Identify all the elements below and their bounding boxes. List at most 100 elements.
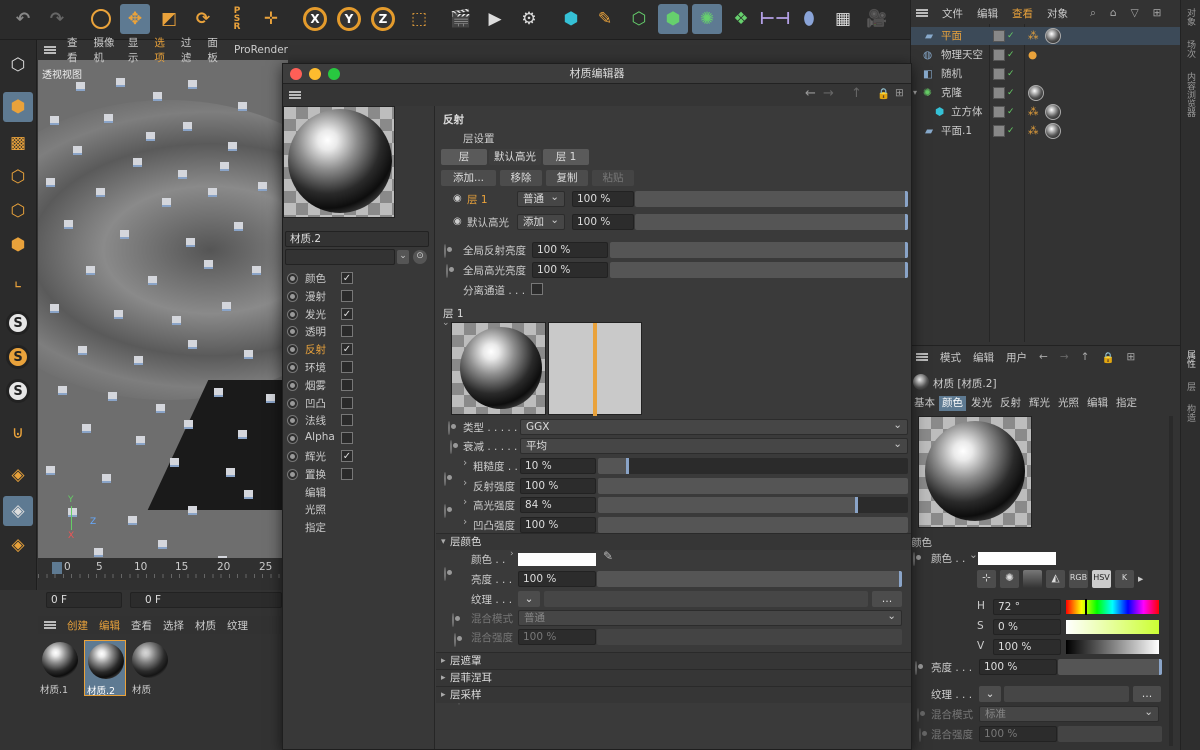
pen-tool-icon[interactable]: ✎ [590, 4, 620, 34]
layer-tag-icon[interactable] [993, 49, 1005, 61]
kelvin-button[interactable]: K [1115, 570, 1134, 588]
more-arrow-icon[interactable]: ▸ [1138, 570, 1143, 588]
channel-row[interactable]: 颜色 ✓ [287, 270, 433, 287]
back-arrow-icon[interactable]: ← [805, 86, 816, 101]
copy-layer-button[interactable]: 复制 [546, 170, 588, 186]
anim-radio[interactable] [287, 468, 298, 480]
anim-radio[interactable] [287, 308, 298, 320]
channel-row[interactable]: Alpha [287, 430, 433, 447]
default-spec-value-field[interactable]: 100 % [572, 214, 634, 230]
bump-strength-slider[interactable] [598, 516, 908, 533]
object-menu-edit[interactable]: 编辑 [977, 6, 998, 21]
quantize-icon[interactable]: S [3, 376, 33, 406]
object-row[interactable]: ⬢ 立方体 ✓ ⁂ [911, 103, 1181, 121]
falloff-dropdown[interactable]: 平均 [520, 437, 908, 454]
anim-radio[interactable] [444, 503, 446, 518]
anim-radio[interactable] [287, 415, 298, 427]
object-row[interactable]: ◍ 物理天空 ✓ ● [911, 46, 1181, 64]
attribute-menu-icon[interactable] [916, 353, 928, 361]
subdivision-icon[interactable]: ⬡ [624, 4, 654, 34]
channel-checkbox[interactable] [341, 432, 353, 445]
anim-radio[interactable] [287, 379, 298, 391]
channel-row[interactable]: 辉光 ✓ [287, 448, 433, 465]
visible-check-icon[interactable]: ✓ [1007, 84, 1015, 102]
points-mode-icon[interactable]: ⬡ [3, 162, 33, 192]
texture-tag-icon[interactable]: ⁂ [1028, 27, 1039, 45]
anim-radio[interactable] [919, 728, 921, 742]
material-menu-view[interactable]: 查看 [131, 618, 152, 633]
scale-tool-icon[interactable]: ◩ [154, 4, 184, 34]
move-tool-icon[interactable]: ✥ [120, 4, 150, 34]
side-tab-objects[interactable]: 对象 [1184, 8, 1197, 26]
playhead[interactable] [52, 562, 62, 574]
s-field[interactable]: 0 % [993, 619, 1061, 635]
visible-check-icon[interactable]: ✓ [1007, 122, 1015, 140]
home-icon[interactable]: ⌂ [1110, 7, 1117, 19]
tab-editor[interactable]: 编辑 [1084, 396, 1111, 411]
material-tag-icon[interactable] [1045, 104, 1061, 120]
channel-row[interactable]: 法线 [287, 412, 433, 429]
channel-checkbox[interactable] [341, 289, 353, 302]
channel-row[interactable]: 发光 ✓ [287, 306, 433, 323]
tab-color[interactable]: 颜色 [939, 396, 966, 411]
channel-row[interactable]: 环境 [287, 359, 433, 376]
anim-radio[interactable] [444, 566, 446, 581]
channel-checkbox[interactable] [341, 361, 353, 373]
layer-color-section[interactable]: ▾ 层颜色 [436, 533, 911, 550]
color-swatch[interactable] [978, 552, 1056, 565]
expand-icon[interactable]: ⌄ [969, 549, 978, 561]
scrollbar[interactable] [1169, 416, 1173, 746]
material-menu-create[interactable]: 创建 [67, 618, 88, 633]
tab-glow[interactable]: 辉光 [1026, 396, 1053, 411]
material-name-field[interactable]: 材质.2 [285, 231, 429, 247]
material-tag-icon[interactable] [1045, 28, 1061, 44]
layer-tag-icon[interactable] [993, 87, 1005, 99]
layer-blend-mode-dropdown[interactable]: 普通 [518, 609, 902, 626]
type-dropdown[interactable]: GGX [520, 418, 908, 435]
viewport-menu-filter[interactable]: 过滤 [181, 35, 197, 65]
anim-radio[interactable] [446, 264, 448, 278]
global-reflect-slider[interactable] [610, 242, 908, 258]
layer-sampling-section[interactable]: ▸ 层采样 [436, 686, 911, 703]
rgb-button[interactable]: RGB [1069, 570, 1088, 588]
recent-tool-icon[interactable]: ✛ [256, 4, 286, 34]
workplane-mode-icon[interactable]: ◈ [3, 530, 33, 560]
layer-texture-field[interactable] [544, 591, 868, 607]
layer-mask-section[interactable]: ▸ 层遮罩 [436, 652, 911, 669]
dialog-title-bar[interactable]: 材质编辑器 [283, 64, 911, 84]
rotate-tool-icon[interactable]: ⟳ [188, 4, 218, 34]
material-tag-icon[interactable] [1045, 123, 1061, 139]
material-menu-texture[interactable]: 纹理 [227, 618, 248, 633]
anim-radio[interactable] [450, 440, 452, 454]
render-settings-icon[interactable]: ⚙ [514, 4, 544, 34]
bump-strength-field[interactable]: 100 % [520, 516, 596, 533]
attribute-menu-mode[interactable]: 模式 [940, 350, 961, 365]
floor-icon[interactable]: ▦ [828, 4, 858, 34]
roughness-slider[interactable] [598, 458, 908, 474]
expand-icon[interactable]: › [510, 549, 514, 559]
anim-radio[interactable] [917, 708, 919, 722]
layer-tag-icon[interactable] [993, 125, 1005, 137]
viewport-menu-icon[interactable] [44, 46, 56, 54]
default-spec-tab[interactable]: 默认高光 [489, 149, 541, 165]
channel-checkbox[interactable] [341, 378, 353, 391]
layer1-tab[interactable]: 层 1 [543, 149, 589, 165]
channel-checkbox[interactable] [341, 467, 353, 480]
visible-check-icon[interactable]: ✓ [1007, 103, 1015, 121]
color-wheel-icon[interactable]: ⊹ [977, 570, 996, 588]
x-axis-icon[interactable]: X [300, 4, 330, 34]
object-menu-icon[interactable] [916, 9, 928, 17]
side-tab-content-browser[interactable]: 内容浏览器 [1184, 72, 1197, 117]
hue-slider[interactable] [1066, 599, 1159, 615]
sky-tag-icon[interactable]: ● [1028, 46, 1037, 64]
brightness-field[interactable]: 100 % [979, 659, 1057, 675]
frame-start-field[interactable]: 0 F [46, 592, 122, 608]
dropdown-icon[interactable]: ⌄ [397, 250, 409, 264]
anim-radio[interactable] [287, 433, 298, 445]
v-field[interactable]: 100 % [993, 639, 1061, 655]
reflect-strength-field[interactable]: 100 % [520, 477, 596, 494]
tab-luminance[interactable]: 发光 [968, 396, 995, 411]
coordinate-system-icon[interactable]: ⬚ [404, 4, 434, 34]
minimize-window-icon[interactable] [309, 68, 321, 80]
back-arrow-icon[interactable]: ← [1039, 351, 1048, 363]
